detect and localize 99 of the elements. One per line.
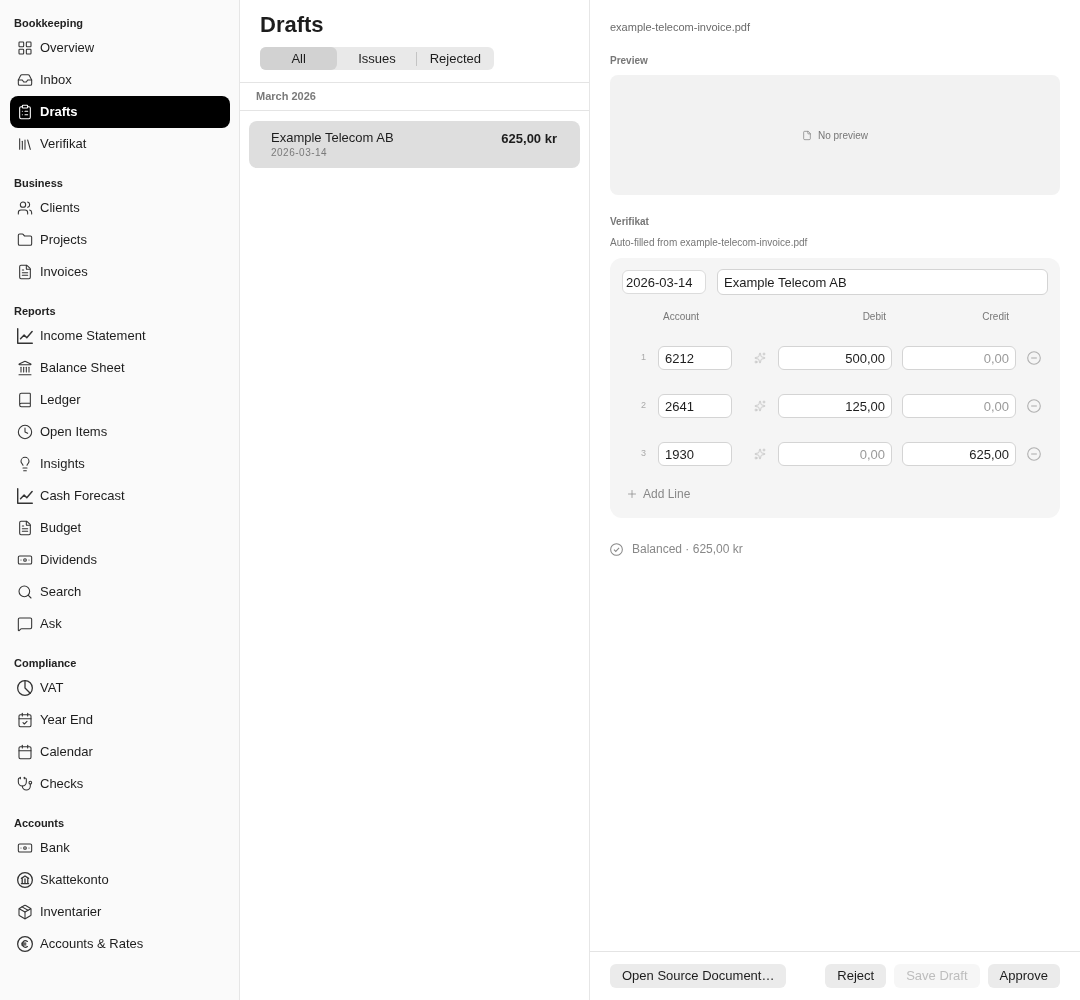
circled-euro-icon <box>17 936 33 952</box>
inbox-icon <box>17 72 33 88</box>
action-button[interactable]: Approve <box>987 964 1060 988</box>
section-heading: Bookkeeping <box>14 16 84 30</box>
book-icon <box>17 392 33 408</box>
sidebar-item[interactable]: Balance Sheet <box>10 352 230 384</box>
filter-tab[interactable]: Rejected <box>416 47 494 70</box>
clock-icon <box>17 424 33 440</box>
no-preview-text: No preview <box>818 128 868 143</box>
document-icon <box>17 520 33 536</box>
bank-building-icon <box>17 360 33 376</box>
folder-icon <box>17 232 33 248</box>
debit-field[interactable]: 500,00 <box>778 346 892 370</box>
draft-list-item[interactable]: Example Telecom AB 2026-03-14 625,00 kr <box>249 121 580 168</box>
sidebar-item[interactable]: Inbox <box>10 64 230 96</box>
account-field[interactable]: 1930 <box>658 442 732 466</box>
sidebar-item[interactable]: Open Items <box>10 416 230 448</box>
sidebar-item[interactable]: Bank <box>10 832 230 864</box>
calendar-icon <box>17 744 33 760</box>
sidebar-item[interactable]: Overview <box>10 32 230 64</box>
sidebar-item[interactable]: Skattekonto <box>10 864 230 896</box>
column-header: Credit <box>982 309 1009 324</box>
clipboard-icon <box>17 104 33 120</box>
grid-icon <box>17 40 33 56</box>
sidebar-item[interactable]: Search <box>10 576 230 608</box>
lightbulb-icon <box>17 456 33 472</box>
file-name: example-telecom-invoice.pdf <box>610 19 750 35</box>
banknote-icon <box>17 840 33 856</box>
sidebar-item[interactable]: Ask <box>10 608 230 640</box>
section-label: Verifikat <box>610 214 649 229</box>
section-heading: Reports <box>14 304 56 318</box>
sidebar-item[interactable]: Insights <box>10 448 230 480</box>
account-field[interactable]: 2641 <box>658 394 732 418</box>
box-icon <box>17 904 33 920</box>
column-header: Account <box>663 309 700 324</box>
sidebar-item[interactable]: Verifikat <box>10 128 230 160</box>
sidebar-item[interactable]: Income Statement <box>10 320 230 352</box>
line-number: 2 <box>640 399 646 413</box>
stethoscope-icon <box>17 776 33 792</box>
sidebar-item[interactable]: Year End <box>10 704 230 736</box>
minus-circle-icon[interactable] <box>1027 447 1041 461</box>
action-button[interactable]: Reject <box>825 964 887 988</box>
section-heading: Accounts <box>14 816 65 830</box>
line-chart-icon <box>17 328 33 344</box>
check-circle-icon <box>610 542 623 556</box>
speech-bubble-icon <box>17 616 33 632</box>
section-subtitle: Auto-filled from example-telecom-invoice.pdf <box>610 235 808 250</box>
column-header: Debit <box>862 309 886 324</box>
action-button[interactable]: Open Source Document… <box>610 964 787 988</box>
search-icon <box>17 584 33 600</box>
sidebar-item[interactable]: Drafts <box>10 96 230 128</box>
sidebar-item[interactable]: Ledger <box>10 384 230 416</box>
banknote-icon <box>17 552 33 568</box>
sparkle-icon[interactable] <box>754 448 766 460</box>
filter-tab[interactable]: Issues <box>338 47 416 70</box>
sidebar-item[interactable]: Inventarier <box>10 896 230 928</box>
people-icon <box>17 200 33 216</box>
line-chart-icon <box>17 488 33 504</box>
credit-field[interactable]: 0,00 <box>902 394 1016 418</box>
sidebar-item[interactable]: Cash Forecast <box>10 480 230 512</box>
group-heading: March 2026 <box>256 89 316 105</box>
section-heading: Business <box>14 176 63 190</box>
draft-amount: 625,00 kr <box>501 130 557 148</box>
minus-circle-icon[interactable] <box>1027 351 1041 365</box>
line-number: 1 <box>640 351 646 365</box>
date-field[interactable]: 2026-03-14 <box>622 270 706 294</box>
sidebar-item[interactable]: Budget <box>10 512 230 544</box>
sidebar-item[interactable]: Calendar <box>10 736 230 768</box>
description-field[interactable]: Example Telecom AB <box>717 269 1048 295</box>
draft-name: Example Telecom AB <box>271 129 394 146</box>
debit-field[interactable]: 0,00 <box>778 442 892 466</box>
draft-date: 2026-03-14 <box>271 145 329 160</box>
books-icon <box>17 136 33 152</box>
sidebar-item[interactable]: Checks <box>10 768 230 800</box>
line-number: 3 <box>640 447 646 461</box>
pie-chart-icon <box>17 680 33 696</box>
credit-field[interactable]: 625,00 <box>902 442 1016 466</box>
sparkle-icon[interactable] <box>754 400 766 412</box>
sparkle-icon[interactable] <box>754 352 766 364</box>
debit-field[interactable]: 125,00 <box>778 394 892 418</box>
sidebar-item[interactable]: VAT <box>10 672 230 704</box>
sidebar-item[interactable]: Clients <box>10 192 230 224</box>
file-icon <box>802 129 812 141</box>
sidebar-item[interactable]: Accounts & Rates <box>10 928 230 960</box>
minus-circle-icon[interactable] <box>1027 399 1041 413</box>
balance-status: Balanced · 625,00 kr <box>632 541 743 558</box>
filter-tab[interactable]: All <box>260 47 338 70</box>
plus-icon <box>626 488 638 500</box>
section-label: Preview <box>610 53 648 68</box>
page-title: Drafts <box>260 11 324 39</box>
sidebar-item[interactable]: Projects <box>10 224 230 256</box>
sidebar-item[interactable]: Invoices <box>10 256 230 288</box>
account-field[interactable]: 6212 <box>658 346 732 370</box>
credit-field[interactable]: 0,00 <box>902 346 1016 370</box>
sidebar-item[interactable]: Dividends <box>10 544 230 576</box>
section-heading: Compliance <box>14 656 77 670</box>
circled-building-icon <box>17 872 33 888</box>
document-icon <box>17 264 33 280</box>
calendar-check-icon <box>17 712 33 728</box>
